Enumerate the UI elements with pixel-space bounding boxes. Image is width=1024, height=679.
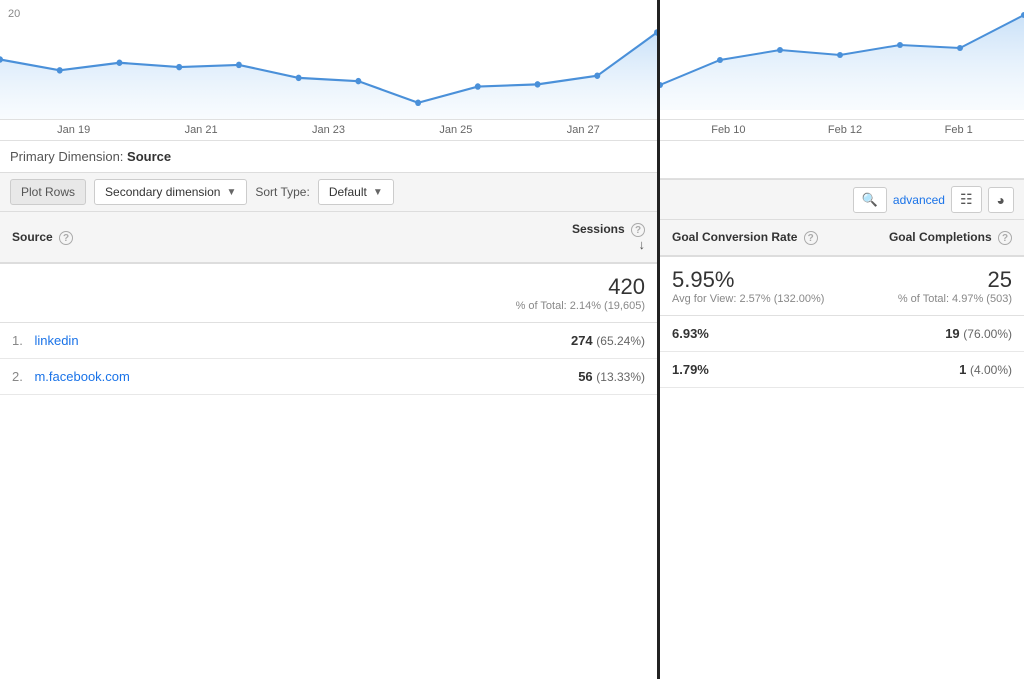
pie-view-button[interactable]: ◕ bbox=[988, 187, 1014, 213]
sort-type-arrow-icon: ▼ bbox=[373, 187, 383, 198]
plot-rows-button[interactable]: Plot Rows bbox=[10, 179, 86, 205]
row1-sessions-value: 274 bbox=[571, 333, 593, 348]
right-totals-row: 5.95% Avg for View: 2.57% (132.00%) 25 %… bbox=[660, 256, 1024, 316]
totals-row: 420 % of Total: 2.14% (19,605) bbox=[0, 263, 657, 323]
right-spacer bbox=[660, 141, 1024, 179]
secondary-dimension-arrow-icon: ▼ bbox=[226, 187, 236, 198]
table-row: 2. m.facebook.com 56 (13.33%) bbox=[0, 359, 657, 395]
total-gcr-sub: Avg for View: 2.57% (132.00%) bbox=[672, 293, 847, 305]
total-gc-sub: % of Total: 4.97% (503) bbox=[871, 293, 1012, 305]
row2-sessions-value: 56 bbox=[578, 369, 592, 384]
secondary-dimension-label: Secondary dimension bbox=[105, 185, 220, 199]
row2-sessions-pct: (13.33%) bbox=[596, 370, 645, 384]
gc-help-icon[interactable]: ? bbox=[998, 231, 1012, 245]
sort-type-dropdown[interactable]: Default ▼ bbox=[318, 179, 394, 205]
chart-label-jan19: Jan 19 bbox=[57, 124, 90, 136]
row1-source-link[interactable]: linkedin bbox=[34, 333, 78, 348]
toolbar-row: Plot Rows Secondary dimension ▼ Sort Typ… bbox=[0, 172, 657, 212]
chart-label-feb10: Feb 10 bbox=[711, 124, 745, 136]
search-box[interactable]: 🔍 bbox=[853, 187, 887, 213]
search-icon: 🔍 bbox=[862, 192, 878, 208]
col-source-header: Source ? bbox=[0, 212, 316, 263]
right-chart-svg bbox=[660, 0, 1024, 110]
chart-label-jan21: Jan 21 bbox=[185, 124, 218, 136]
row1-gc-pct: (76.00%) bbox=[963, 327, 1012, 341]
total-gc-main: 25 bbox=[871, 267, 1012, 293]
total-sessions-cell: 420 % of Total: 2.14% (19,605) bbox=[316, 263, 657, 323]
secondary-dimension-dropdown[interactable]: Secondary dimension ▼ bbox=[94, 179, 247, 205]
total-source-cell bbox=[0, 263, 316, 323]
right-toolbar: 🔍 advanced ☷ ◕ bbox=[660, 179, 1024, 220]
grid-view-button[interactable]: ☷ bbox=[951, 186, 982, 213]
right-table-header-row: Goal Conversion Rate ? Goal Completions … bbox=[660, 220, 1024, 256]
left-table: Source ? Sessions ? ↓ bbox=[0, 212, 657, 395]
row1-source-cell: 1. linkedin bbox=[0, 323, 316, 359]
row2-gc-pct: (4.00%) bbox=[970, 363, 1012, 377]
chart-label-feb1: Feb 1 bbox=[945, 124, 973, 136]
row1-sessions-pct: (65.24%) bbox=[596, 334, 645, 348]
left-chart-labels: Jan 19 Jan 21 Jan 23 Jan 25 Jan 27 bbox=[0, 120, 657, 141]
chart-label-jan25: Jan 25 bbox=[439, 124, 472, 136]
row2-num: 2. bbox=[12, 369, 23, 384]
row2-sessions-cell: 56 (13.33%) bbox=[316, 359, 657, 395]
right-table: Goal Conversion Rate ? Goal Completions … bbox=[660, 220, 1024, 388]
row1-num: 1. bbox=[12, 333, 23, 348]
row1-sessions-cell: 274 (65.24%) bbox=[316, 323, 657, 359]
row2-source-cell: 2. m.facebook.com bbox=[0, 359, 316, 395]
chart-label-jan23: Jan 23 bbox=[312, 124, 345, 136]
right-chart bbox=[660, 0, 1024, 120]
left-chart: 20 bbox=[0, 0, 657, 120]
primary-dimension-value: Source bbox=[127, 149, 171, 164]
row1-gcr-cell: 6.93% bbox=[660, 316, 859, 352]
col-sessions-header: Sessions ? ↓ bbox=[316, 212, 657, 263]
row2-gc-value: 1 bbox=[959, 362, 966, 377]
total-sessions-sub: % of Total: 2.14% (19,605) bbox=[328, 300, 645, 312]
y-axis-label: 20 bbox=[8, 8, 20, 20]
table-row: 1.79% 1 (4.00%) bbox=[660, 352, 1024, 388]
total-gcr-cell: 5.95% Avg for View: 2.57% (132.00%) bbox=[660, 256, 859, 316]
row2-gcr-cell: 1.79% bbox=[660, 352, 859, 388]
right-table-container: Goal Conversion Rate ? Goal Completions … bbox=[660, 220, 1024, 679]
sessions-sort-icon[interactable]: ↓ bbox=[639, 237, 646, 252]
left-table-container: Source ? Sessions ? ↓ bbox=[0, 212, 657, 679]
right-chart-labels: Feb 10 Feb 12 Feb 1 bbox=[660, 120, 1024, 141]
table-row: 6.93% 19 (76.00%) bbox=[660, 316, 1024, 352]
total-gcr-main: 5.95% bbox=[672, 267, 847, 293]
left-panel: 20 bbox=[0, 0, 660, 679]
source-help-icon[interactable]: ? bbox=[59, 231, 73, 245]
col-gcr-header: Goal Conversion Rate ? bbox=[660, 220, 859, 256]
main-layout: 20 bbox=[0, 0, 1024, 679]
sort-type-label: Sort Type: bbox=[255, 185, 309, 199]
col-gc-header: Goal Completions ? bbox=[859, 220, 1024, 256]
sort-type-value: Default bbox=[329, 185, 367, 199]
primary-dimension-label: Primary Dimension: bbox=[10, 149, 123, 164]
total-sessions-main: 420 bbox=[328, 274, 645, 300]
chart-label-jan27: Jan 27 bbox=[567, 124, 600, 136]
table-row: 1. linkedin 274 (65.24%) bbox=[0, 323, 657, 359]
total-gc-cell: 25 % of Total: 4.97% (503) bbox=[859, 256, 1024, 316]
row1-gc-value: 19 bbox=[945, 326, 959, 341]
row2-gc-cell: 1 (4.00%) bbox=[859, 352, 1024, 388]
gcr-help-icon[interactable]: ? bbox=[804, 231, 818, 245]
sessions-help-icon[interactable]: ? bbox=[631, 223, 645, 237]
row1-gcr-value: 6.93% bbox=[672, 326, 709, 341]
right-panel: Feb 10 Feb 12 Feb 1 🔍 advanced ☷ ◕ Goal … bbox=[660, 0, 1024, 679]
chart-label-feb12: Feb 12 bbox=[828, 124, 862, 136]
row2-source-link[interactable]: m.facebook.com bbox=[34, 369, 129, 384]
left-table-header-row: Source ? Sessions ? ↓ bbox=[0, 212, 657, 263]
left-chart-svg bbox=[0, 0, 657, 119]
row1-gc-cell: 19 (76.00%) bbox=[859, 316, 1024, 352]
advanced-link[interactable]: advanced bbox=[893, 193, 945, 207]
primary-dimension-row: Primary Dimension: Source bbox=[0, 141, 657, 172]
row2-gcr-value: 1.79% bbox=[672, 362, 709, 377]
